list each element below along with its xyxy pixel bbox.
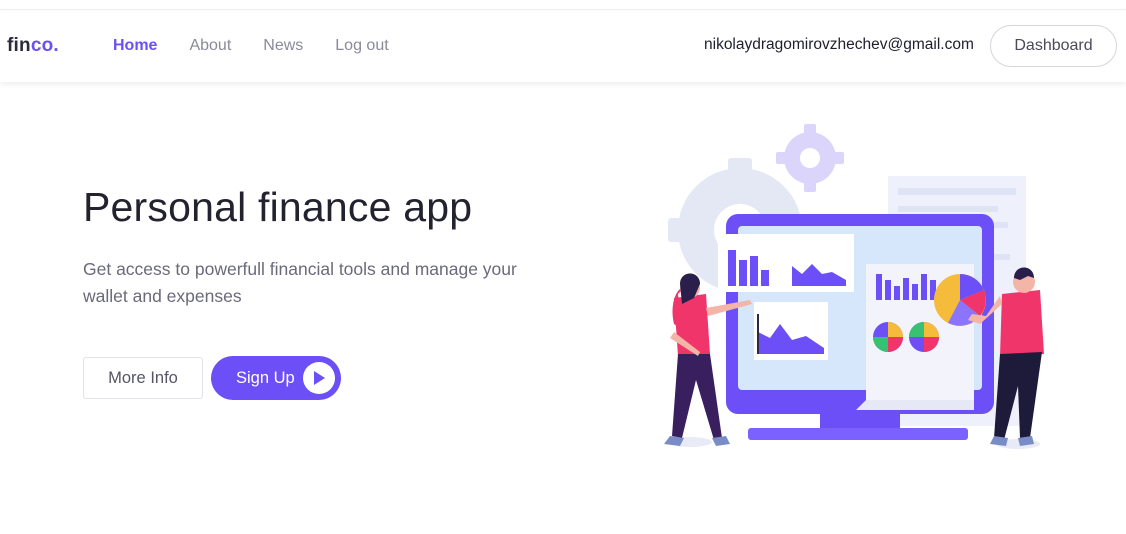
- nav-link-logout[interactable]: Log out: [335, 37, 388, 55]
- more-info-button[interactable]: More Info: [83, 357, 203, 399]
- sign-up-button[interactable]: Sign Up: [211, 356, 341, 400]
- navbar: finco. Home About News Log out nikolaydr…: [0, 11, 1126, 82]
- user-email: nikolaydragomirovzhechev@gmail.com: [704, 36, 974, 53]
- pie-chart-small-1: [873, 322, 903, 352]
- logo[interactable]: finco.: [7, 35, 59, 57]
- play-icon: [303, 362, 335, 394]
- hero-subtitle: Get access to powerfull financial tools …: [83, 259, 517, 306]
- nav-link-about[interactable]: About: [189, 37, 231, 55]
- nav-link-news[interactable]: News: [263, 37, 303, 55]
- sign-up-label: Sign Up: [236, 368, 295, 387]
- logo-text-fin: fin: [7, 35, 31, 56]
- nav-link-home[interactable]: Home: [113, 37, 157, 55]
- top-strip: [0, 0, 1126, 10]
- finance-dashboard-illustration: [664, 124, 1044, 449]
- pie-chart-small-2: [909, 322, 939, 352]
- hero-title: Personal finance app: [83, 184, 473, 230]
- nav-links: Home About News Log out: [113, 37, 421, 55]
- logo-text-co: co.: [30, 35, 59, 56]
- dashboard-button[interactable]: Dashboard: [990, 25, 1117, 67]
